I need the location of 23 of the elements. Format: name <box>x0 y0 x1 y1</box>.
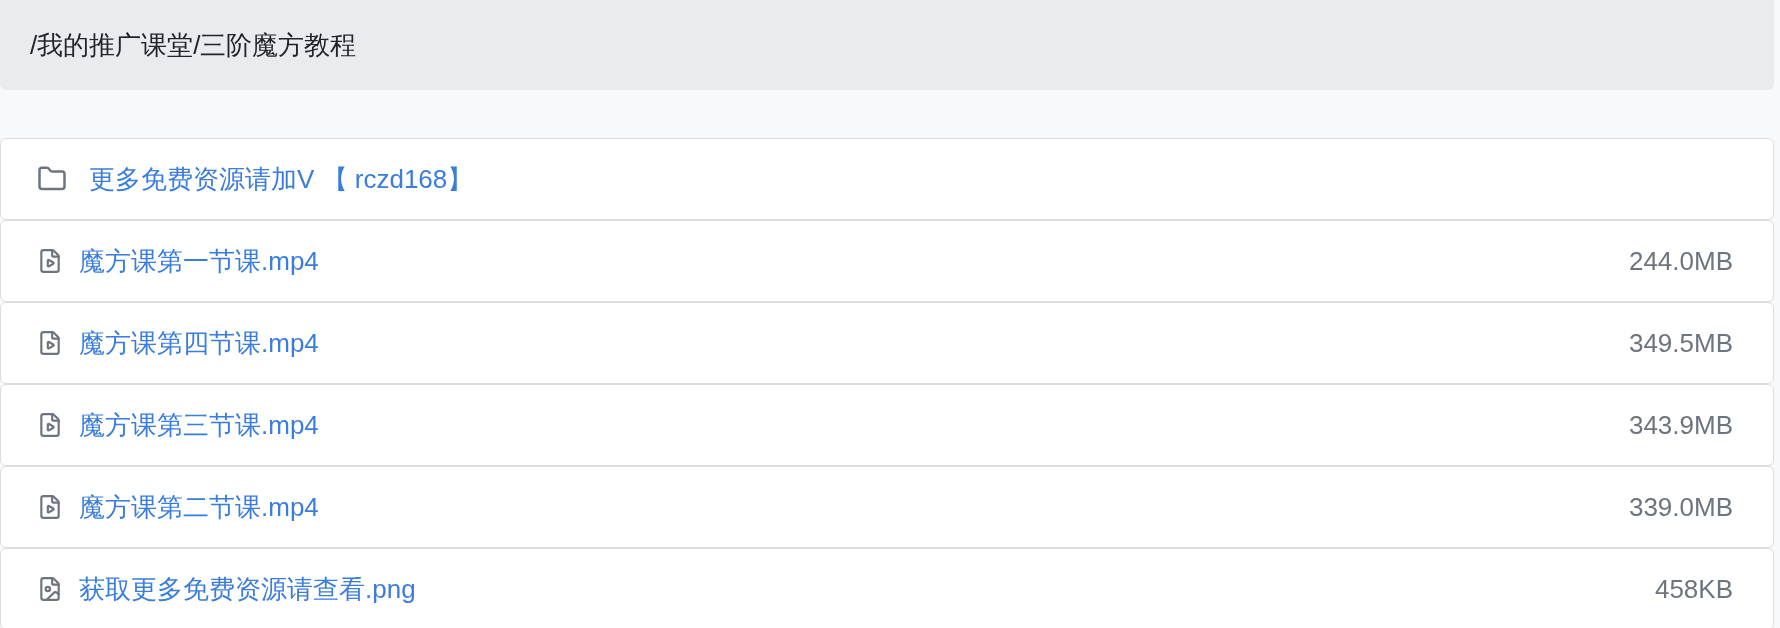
file-name-link[interactable]: 魔方课第三节课.mp4 <box>79 405 319 445</box>
file-name-link[interactable]: 更多免费资源请加V 【 rczd168】 <box>89 159 474 199</box>
file-name-link[interactable]: 魔方课第四节课.mp4 <box>79 323 319 363</box>
file-size: 349.5MB <box>1628 326 1733 360</box>
file-list-row[interactable]: 魔方课第二节课.mp4 339.0MB <box>0 466 1774 548</box>
file-list-row[interactable]: 获取更多免费资源请查看.png 458KB <box>0 548 1774 628</box>
file-name-link[interactable]: 魔方课第一节课.mp4 <box>79 241 319 281</box>
file-size: 339.0MB <box>1628 490 1733 524</box>
file-list-row[interactable]: 更多免费资源请加V 【 rczd168】 <box>0 138 1774 220</box>
video-file-icon <box>37 412 63 438</box>
file-list-row[interactable]: 魔方课第四节课.mp4 349.5MB <box>0 302 1774 384</box>
breadcrumb-path: /我的推广课堂/三阶魔方教程 <box>30 28 357 62</box>
file-list-row[interactable]: 魔方课第一节课.mp4 244.0MB <box>0 220 1774 302</box>
file-name-link[interactable]: 魔方课第二节课.mp4 <box>79 487 319 527</box>
file-size: 343.9MB <box>1628 408 1733 442</box>
image-file-icon <box>37 576 63 602</box>
file-size: 458KB <box>1654 572 1733 606</box>
video-file-icon <box>37 494 63 520</box>
video-file-icon <box>37 248 63 274</box>
file-name-link[interactable]: 获取更多免费资源请查看.png <box>79 569 416 609</box>
video-file-icon <box>37 330 63 356</box>
file-size: 244.0MB <box>1628 244 1733 278</box>
file-list-row[interactable]: 魔方课第三节课.mp4 343.9MB <box>0 384 1774 466</box>
